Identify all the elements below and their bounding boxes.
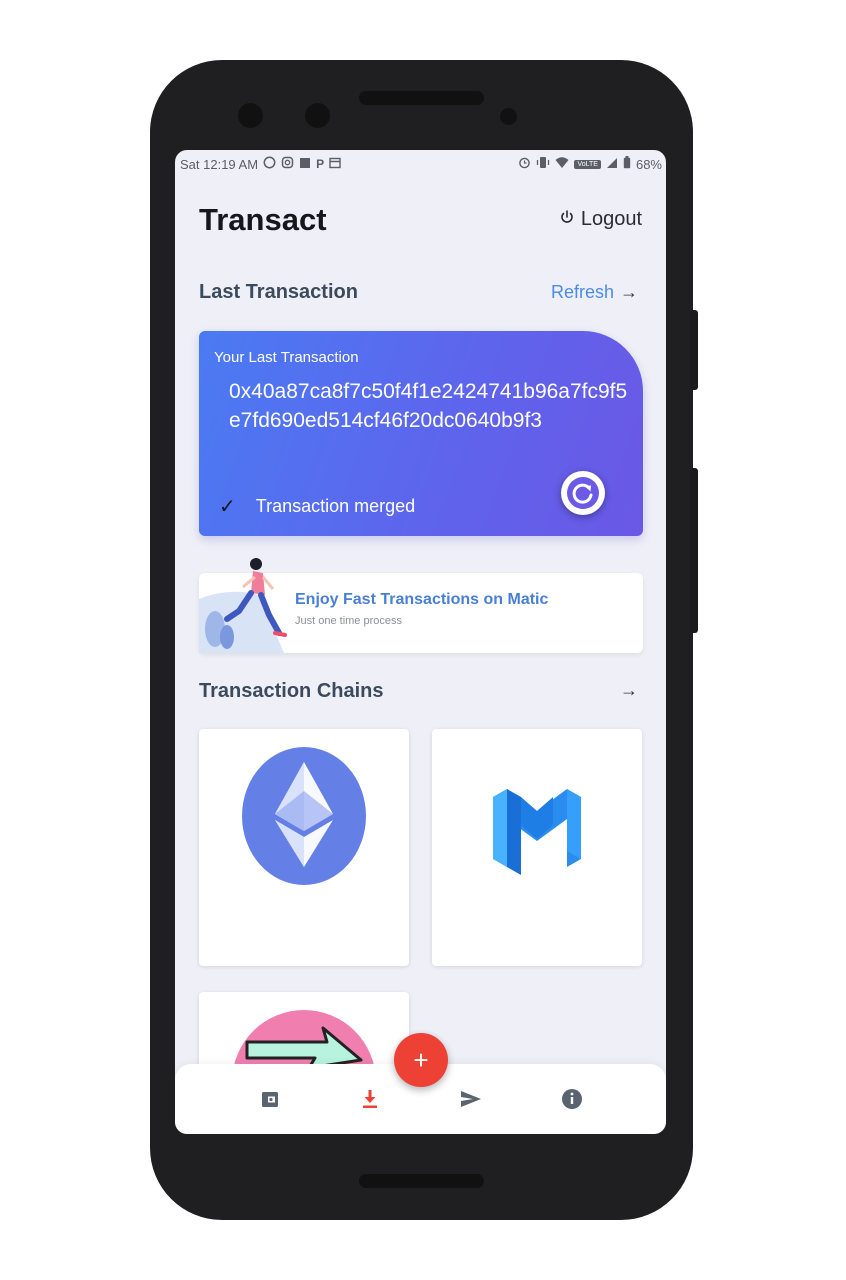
instagram-icon <box>281 156 294 172</box>
transaction-hash: 0x40a87ca8f7c50f4f1e2424741b96a7fc9f5e7f… <box>229 380 628 432</box>
nav-receive[interactable] <box>355 1084 385 1114</box>
add-fab-button[interactable]: + <box>394 1033 448 1087</box>
chains-arrow-icon[interactable]: → <box>620 680 638 701</box>
transaction-status: ✓ Transaction merged <box>219 494 415 519</box>
arrow-right-icon: → <box>620 282 638 302</box>
signal-icon <box>606 157 618 172</box>
app-title: Transact <box>199 202 327 237</box>
ethereum-chain-card[interactable] <box>199 729 409 966</box>
nav-send[interactable] <box>456 1084 486 1114</box>
app-screen: Sat 12:19 AM P VoLTE 68% Transact Logout… <box>175 150 666 1134</box>
earpiece-speaker <box>359 91 484 105</box>
logout-button[interactable]: Logout <box>559 208 642 231</box>
status-label: Transaction merged <box>255 496 416 516</box>
power-button <box>690 310 698 390</box>
refresh-icon <box>567 477 599 509</box>
ethereum-logo-icon <box>242 747 366 885</box>
refresh-link[interactable]: Refresh → <box>551 282 638 303</box>
paytm-icon: P <box>316 157 325 171</box>
volume-button <box>690 468 698 633</box>
refresh-label: Refresh <box>550 282 614 302</box>
promo-subtitle: Just one time process <box>295 615 402 627</box>
last-transaction-card: Your Last Transaction 0x40a87ca8f7c50f4f… <box>199 331 643 536</box>
info-icon <box>562 1089 582 1109</box>
last-transaction-heading: Last Transaction <box>199 281 358 303</box>
battery-level: 68% <box>635 156 662 172</box>
transaction-chains-heading: Transaction Chains <box>199 680 384 702</box>
alarm-icon <box>518 156 531 172</box>
promo-title: Enjoy Fast Transactions on Matic <box>295 591 549 608</box>
card-label: Your Last Transaction <box>214 349 359 366</box>
whatsapp-icon <box>263 156 276 172</box>
runner-illustration <box>199 558 287 653</box>
gallery-icon <box>299 157 311 172</box>
bottom-speaker <box>359 1174 484 1188</box>
matic-chain-card[interactable] <box>432 729 642 966</box>
nav-wallet[interactable] <box>255 1084 285 1114</box>
nav-info[interactable] <box>557 1084 587 1114</box>
power-icon <box>559 208 575 231</box>
proximity-sensor <box>500 108 517 125</box>
network-badge: VoLTE <box>574 159 601 169</box>
download-icon <box>363 1090 377 1108</box>
vibrate-icon <box>536 156 550 172</box>
logout-label: Logout <box>580 208 642 230</box>
status-time: Sat 12:19 AM <box>180 156 259 172</box>
front-sensor <box>305 103 330 128</box>
send-icon <box>461 1091 481 1107</box>
calendar-icon <box>329 157 341 172</box>
front-camera <box>238 103 263 128</box>
status-bar: Sat 12:19 AM P VoLTE 68% <box>175 150 666 178</box>
promo-banner[interactable]: Enjoy Fast Transactions on Matic Just on… <box>199 558 643 653</box>
wallet-icon <box>262 1092 278 1107</box>
check-icon: ✓ <box>219 496 236 518</box>
battery-icon <box>623 156 631 172</box>
matic-logo-icon <box>493 789 581 875</box>
wifi-icon <box>555 156 569 172</box>
refresh-transaction-button[interactable] <box>561 471 605 515</box>
